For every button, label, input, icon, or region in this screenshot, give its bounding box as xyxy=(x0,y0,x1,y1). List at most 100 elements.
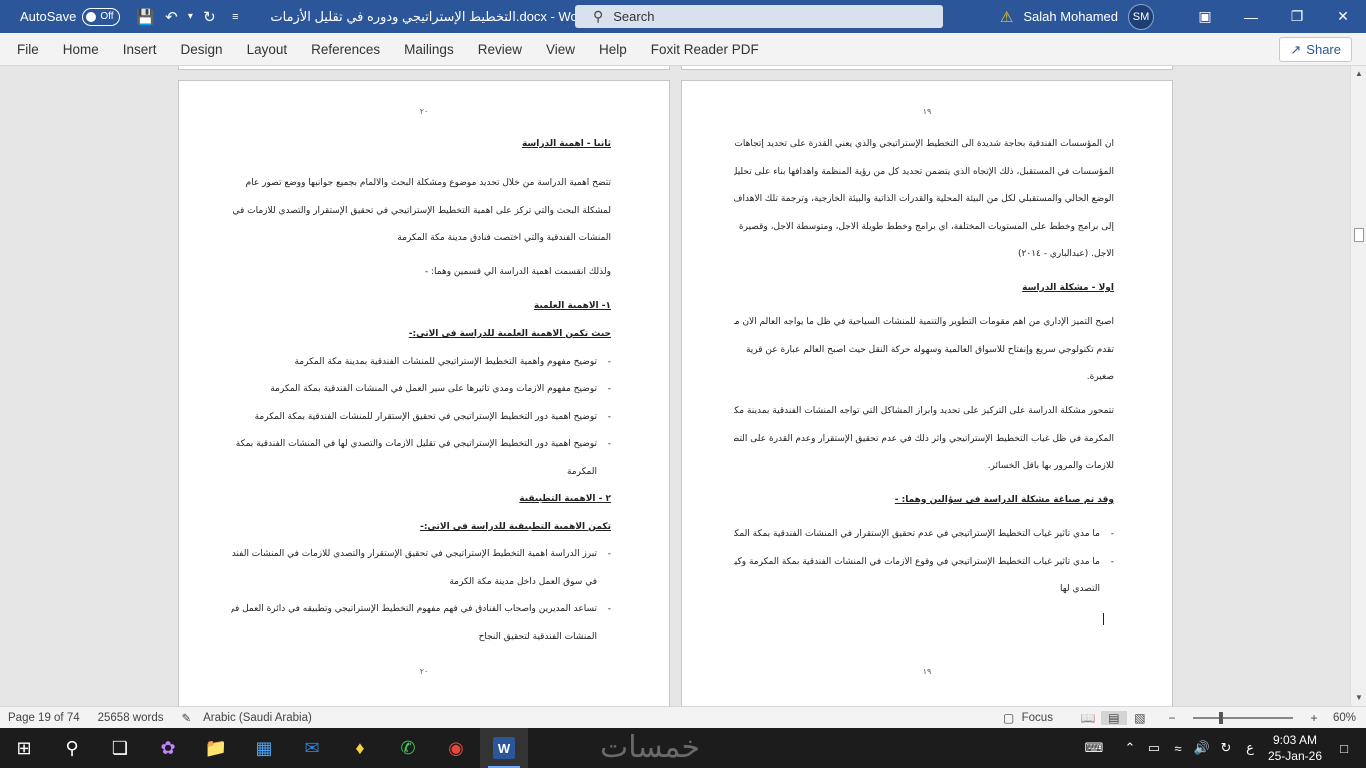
bullet-item: توضيح أهمية دور التخطيط الإستراتيجي في ت… xyxy=(231,412,611,422)
print-layout-icon[interactable]: ▤ xyxy=(1100,711,1127,725)
status-bar: Page 19 of 74 25658 words ✎ Arabic (Saud… xyxy=(0,706,1366,728)
zoom-in-icon[interactable]: + xyxy=(1301,711,1327,725)
subsection-heading: تكمن الاهمية التطبيقية للدراسة في الاتي:… xyxy=(420,522,611,532)
undo-icon[interactable]: ↶ xyxy=(158,8,184,26)
share-button[interactable]: ↗ Share xyxy=(1279,37,1352,62)
clock-date: 25-Jan-26 xyxy=(1267,749,1322,763)
search-box[interactable]: ⚲ xyxy=(575,5,943,28)
bullet-item: توضيح مفهوم الأزمات ومدي تأثيرها على سير… xyxy=(231,384,611,394)
input-language[interactable]: ع xyxy=(1238,740,1262,756)
paragraph-line: المكرمة في ظل غياب التخطيط الإستراتيجي و… xyxy=(734,434,1114,444)
whatsapp-icon[interactable]: ✆ xyxy=(384,728,432,768)
ribbon-display-options-icon[interactable]: ▣ xyxy=(1182,0,1228,33)
paragraph-line: تقدم تكنولوجي سريع وإنفتاح للأسواق العال… xyxy=(745,345,1114,355)
page-19[interactable]: ١٩ ان المؤسسات الفندقية بحاجة شديدة الى … xyxy=(681,80,1173,706)
microsoft-store-icon[interactable]: ▦ xyxy=(240,728,288,768)
volume-icon[interactable]: 🔊 xyxy=(1190,740,1214,756)
previous-page-bottom xyxy=(681,66,1173,70)
proofing-icon[interactable]: ✎ xyxy=(181,711,191,725)
customize-qat-icon[interactable]: ≡ xyxy=(222,11,248,23)
chrome-icon[interactable]: ◉ xyxy=(432,728,480,768)
tab-review[interactable]: Review xyxy=(466,42,534,57)
vertical-scrollbar[interactable]: ▲ ▼ xyxy=(1350,66,1366,706)
focus-label[interactable]: Focus xyxy=(1022,712,1053,724)
web-layout-icon[interactable]: ▧ xyxy=(1127,711,1153,725)
focus-icon[interactable]: ▢ xyxy=(996,711,1022,725)
section-heading: اولا - مشكلة الدراسة xyxy=(1022,283,1114,293)
bullet-item-continuation: في سوق العمل داخل مدينة مكة الكرمة xyxy=(449,577,597,587)
scrollbar-thumb[interactable] xyxy=(1354,228,1364,242)
redo-icon[interactable]: ↻ xyxy=(196,8,222,26)
ribbon-tabs: File Home Insert Design Layout Reference… xyxy=(0,33,1366,66)
zoom-level[interactable]: 60% xyxy=(1333,712,1356,724)
tab-mailings[interactable]: Mailings xyxy=(392,42,466,57)
tab-foxit-reader-pdf[interactable]: Foxit Reader PDF xyxy=(639,42,771,57)
close-button[interactable]: ✕ xyxy=(1320,0,1366,33)
page-20[interactable]: ٢٠ ثانيا - أهمية الدراسة تتضح أهمية الدر… xyxy=(178,80,670,706)
page-number: ٢٠ xyxy=(419,107,429,116)
avatar[interactable]: SM xyxy=(1128,3,1154,30)
subsection-heading: ١- الاهمية العلمية xyxy=(533,301,611,311)
zoom-out-icon[interactable]: − xyxy=(1159,711,1185,725)
paragraph-line: تتمحور مشكلة الدراسة على التركيز على تحد… xyxy=(734,406,1114,416)
paragraph-line: تتضح أهمية الدراسة من خلال تحديد موضوع و… xyxy=(245,178,611,188)
keyboard-icon[interactable]: ⌨ xyxy=(1082,740,1106,756)
share-label: Share xyxy=(1306,42,1341,57)
paragraph-line: ولذلك انقسمت أهمية الدراسة الي قسمين وهم… xyxy=(424,267,611,277)
share-icon: ↗ xyxy=(1290,41,1302,57)
input-language-icon[interactable]: ↻ xyxy=(1214,740,1238,756)
task-view-icon[interactable]: ❏ xyxy=(96,728,144,768)
tab-file[interactable]: File xyxy=(5,42,51,57)
word-count[interactable]: 25658 words xyxy=(98,712,164,724)
warning-icon[interactable]: ⚠ xyxy=(1000,8,1013,26)
tab-help[interactable]: Help xyxy=(587,42,639,57)
section-heading: ثانيا - أهمية الدراسة xyxy=(521,139,611,149)
tab-home[interactable]: Home xyxy=(51,42,111,57)
autosave-toggle[interactable]: Off xyxy=(82,7,121,26)
user-name[interactable]: Salah Mohamed xyxy=(1023,9,1118,24)
battery-icon[interactable]: ▭ xyxy=(1142,740,1166,756)
tab-view[interactable]: View xyxy=(534,42,587,57)
scroll-up-icon[interactable]: ▲ xyxy=(1351,66,1366,82)
tab-layout[interactable]: Layout xyxy=(235,42,300,57)
search-input[interactable] xyxy=(613,9,914,24)
document-title: التخطيط الإستراتيجي ودوره في تقليل الأزم… xyxy=(270,8,590,24)
copilot-icon[interactable]: ✿ xyxy=(144,728,192,768)
word-taskbar-icon[interactable]: W xyxy=(480,728,528,768)
bullet-item: ما مدي تأثير غياب التخطيط الإستراتيجي في… xyxy=(734,529,1114,539)
watermark: خمسات xyxy=(600,730,701,765)
python-icon[interactable]: ♦ xyxy=(336,728,384,768)
minimize-button[interactable]: — xyxy=(1228,0,1274,33)
tab-insert[interactable]: Insert xyxy=(111,42,169,57)
search-icon[interactable]: ⚲ xyxy=(48,728,96,768)
paragraph-line: إلى برامج وخطط على المستويات المختلفة، أ… xyxy=(738,222,1114,232)
subsection-heading: حيث تكمن الاهمية العلمية للدراسة في الات… xyxy=(408,329,611,339)
zoom-slider[interactable] xyxy=(1192,712,1293,724)
read-mode-icon[interactable]: 📖 xyxy=(1075,711,1101,725)
autosave-label: AutoSave xyxy=(20,9,77,24)
start-button[interactable]: ⊞ xyxy=(0,728,48,768)
clock[interactable]: 9:03 AM 25-Jan-26 xyxy=(1268,732,1322,764)
language-indicator[interactable]: Arabic (Saudi Arabia) xyxy=(203,712,312,724)
wifi-icon[interactable]: ≈ xyxy=(1166,741,1190,756)
paragraph-line: المنشآت الفندقية والتي اختصت فنادق مدينة… xyxy=(397,233,611,243)
document-area[interactable]: ٢٠ ثانيا - أهمية الدراسة تتضح أهمية الدر… xyxy=(0,66,1350,706)
bullet-item-continuation: المكرمة xyxy=(566,467,597,477)
notifications-icon[interactable]: □ xyxy=(1332,741,1356,756)
maximize-button[interactable]: ❐ xyxy=(1274,0,1320,33)
tab-design[interactable]: Design xyxy=(169,42,235,57)
paragraph-line: صغيرة. xyxy=(1086,372,1114,382)
zoom-slider-thumb[interactable] xyxy=(1218,712,1223,724)
page-indicator[interactable]: Page 19 of 74 xyxy=(8,712,80,724)
tab-references[interactable]: References xyxy=(299,42,392,57)
save-icon[interactable]: 💾 xyxy=(132,8,158,26)
bullet-item: توضيح مفهوم وأهمية التخطيط الإستراتيجي ل… xyxy=(231,357,611,367)
bullet-item: تساعد المديرين واصحاب الفنادق في فهم مفه… xyxy=(231,604,611,614)
chevron-up-icon[interactable]: ⌃ xyxy=(1118,740,1142,756)
scroll-down-icon[interactable]: ▼ xyxy=(1351,690,1366,706)
outlook-icon[interactable]: ✉ xyxy=(288,728,336,768)
file-explorer-icon[interactable]: 📁 xyxy=(192,728,240,768)
paragraph-line: ان المؤسسات الفندقية بحاجة شديدة الى الت… xyxy=(734,139,1114,149)
autosave-control[interactable]: AutoSave Off xyxy=(20,7,121,26)
undo-dropdown-icon[interactable]: ▾ xyxy=(184,11,196,22)
